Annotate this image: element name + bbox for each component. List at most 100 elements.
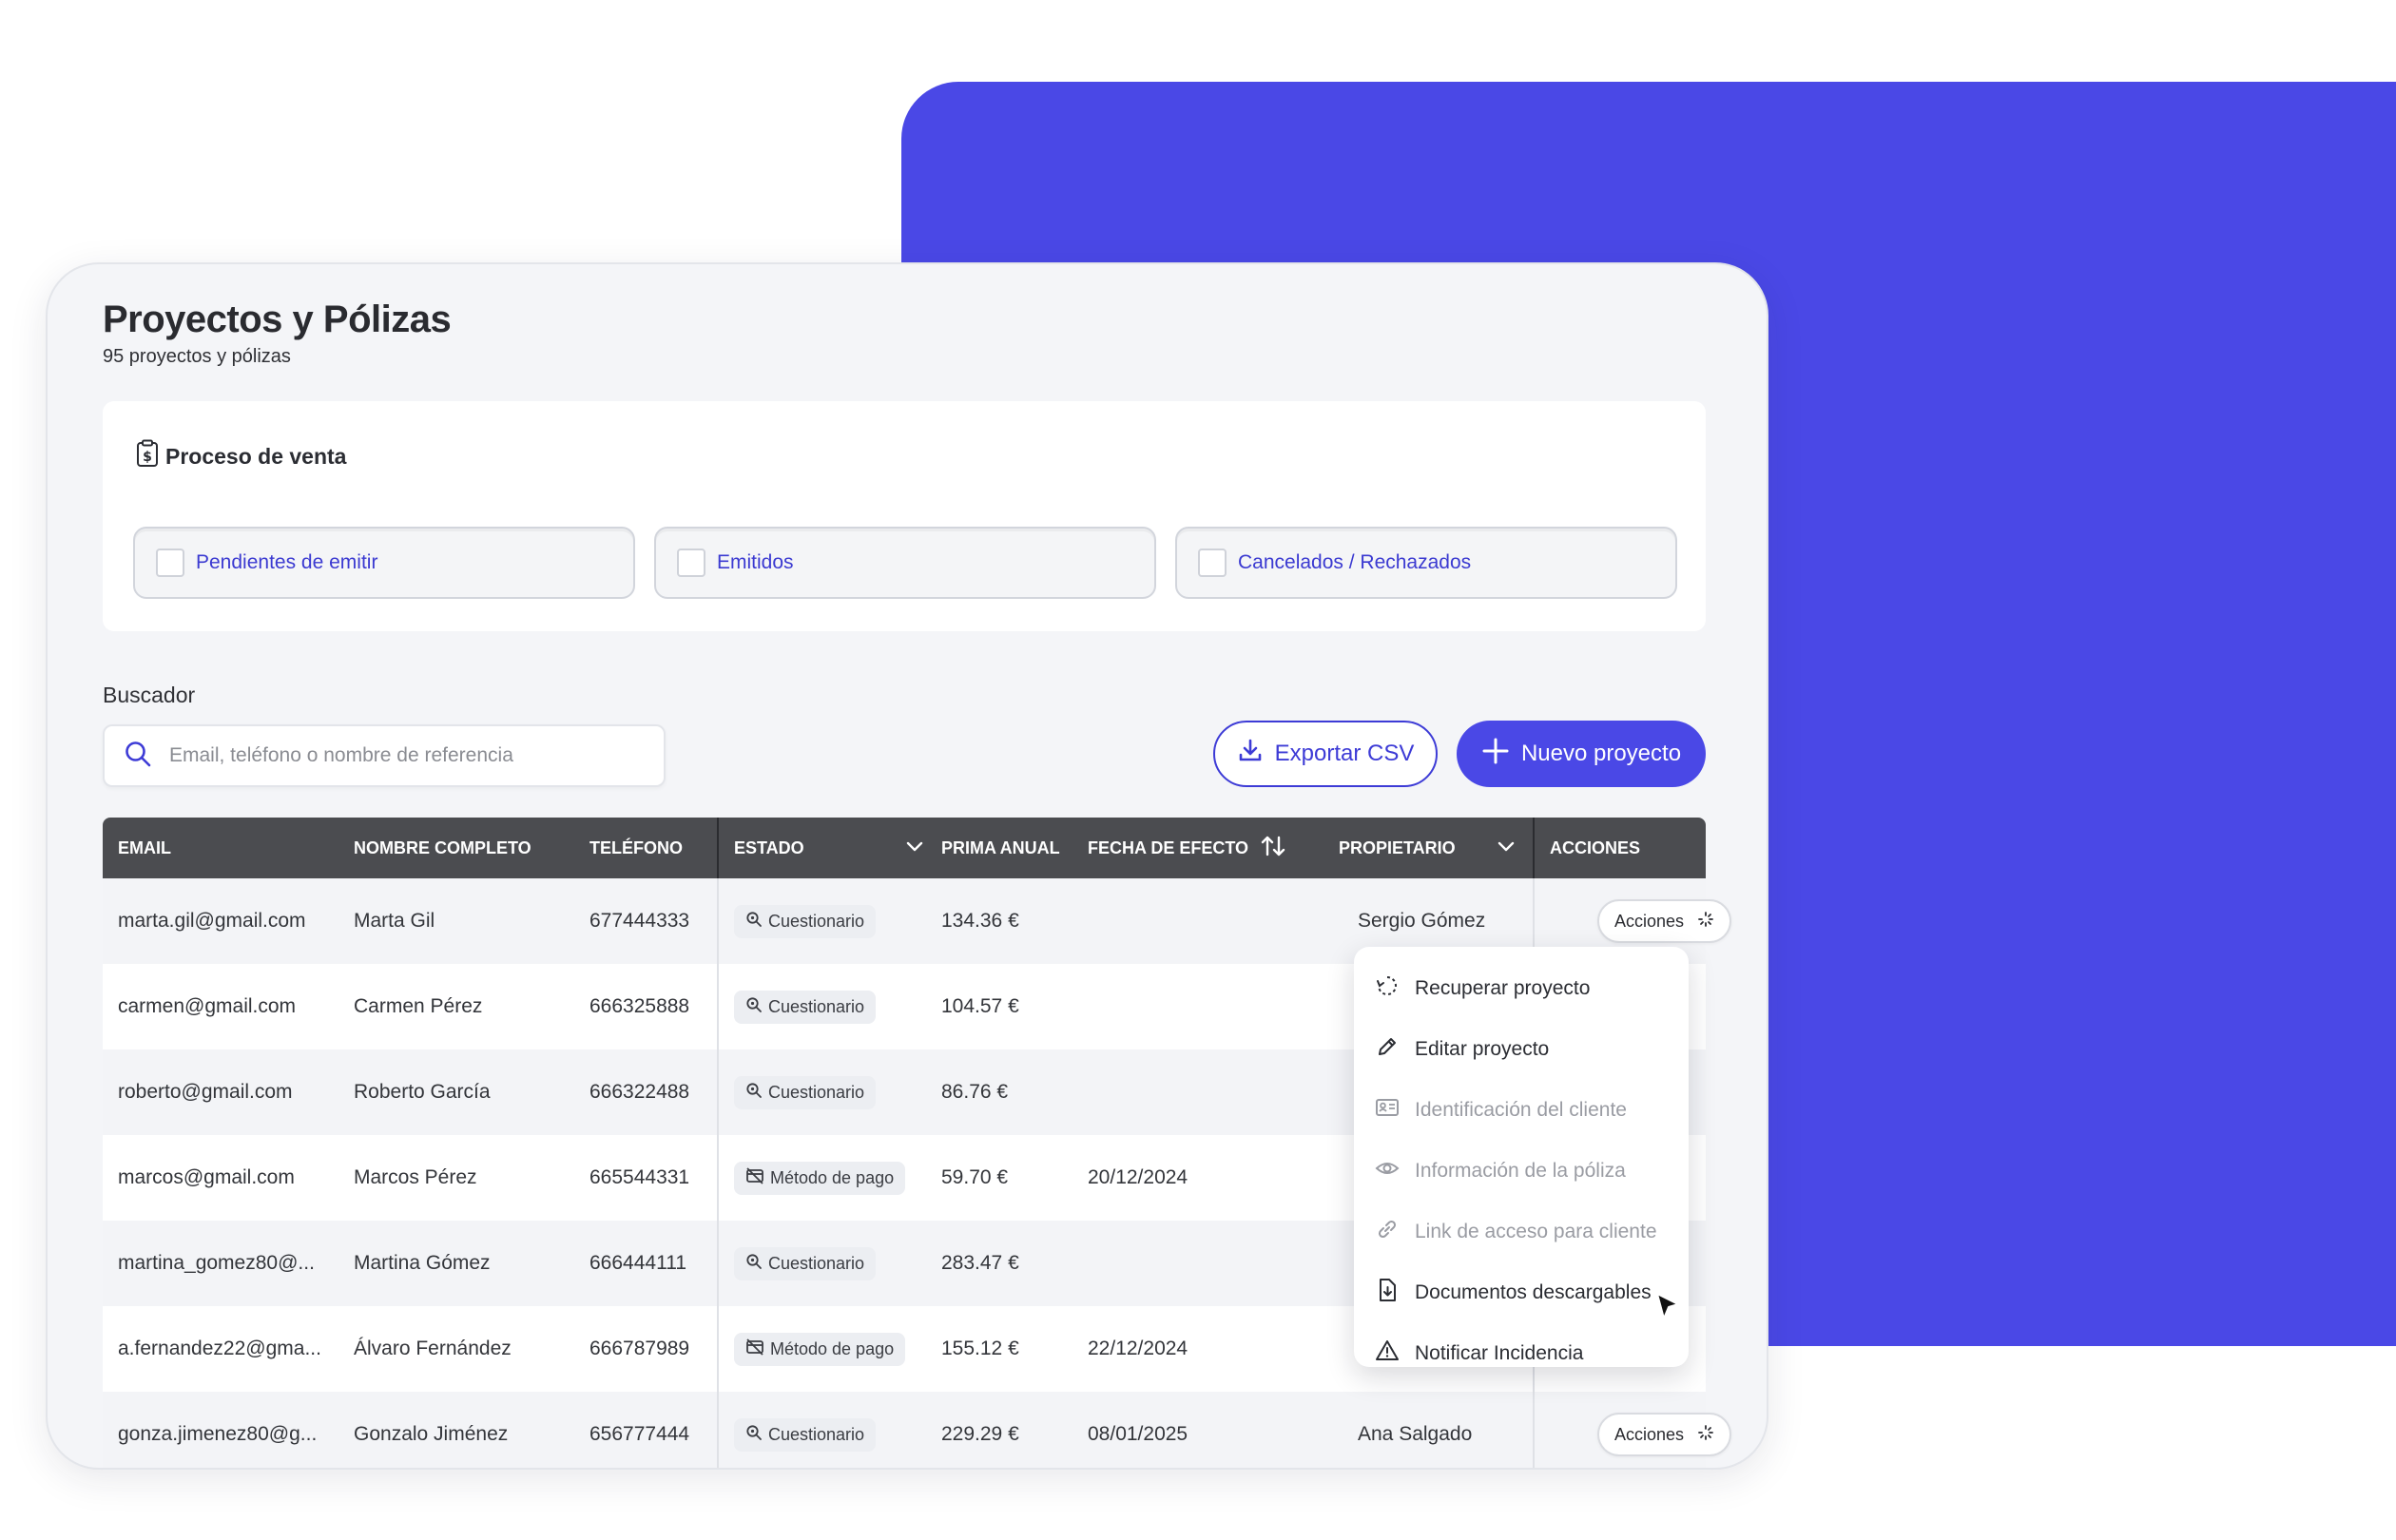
cell-owner: Ana Salgado: [1358, 1423, 1473, 1445]
search-icon: [745, 911, 763, 933]
menu-item-pencil[interactable]: Editar proyecto: [1354, 1019, 1689, 1080]
table-row[interactable]: gonza.jimenez80@g... Gonzalo Jiménez 65677…: [103, 1392, 1732, 1468]
actions-label: Acciones: [1614, 911, 1685, 931]
actions-label: Acciones: [1614, 1424, 1685, 1444]
header-label: EMAIL: [118, 837, 171, 857]
new-project-button[interactable]: Nuevo proyecto: [1457, 721, 1706, 787]
menu-item-eye[interactable]: Información de la póliza: [1354, 1141, 1689, 1202]
search-icon: [124, 740, 152, 773]
chevron-down-icon: [905, 838, 924, 858]
search-input[interactable]: [169, 744, 626, 767]
menu-item-label: Identificación del cliente: [1415, 1099, 1627, 1121]
cell-name: Roberto García: [354, 1081, 491, 1103]
cell-date: 20/12/2024: [1088, 1166, 1188, 1188]
cell-name: Álvaro Fernández: [354, 1338, 512, 1359]
menu-item-label: Recuperar proyecto: [1415, 977, 1591, 999]
cell-date: 22/12/2024: [1088, 1338, 1188, 1359]
export-csv-button[interactable]: Exportar CSV: [1213, 721, 1438, 787]
filter-checkbox[interactable]: [1198, 549, 1227, 577]
menu-item-file-download[interactable]: Documentos descargables: [1354, 1262, 1689, 1323]
sales-process-panel: $ Proceso de venta Pendientes de emitir …: [103, 401, 1706, 631]
menu-item-id-card[interactable]: Identificación del cliente: [1354, 1080, 1689, 1141]
cell-email: marta.gil@gmail.com: [118, 910, 306, 932]
search-label: Buscador: [103, 683, 196, 707]
sales-process-title: $ Proceso de venta: [135, 439, 346, 473]
header-owner[interactable]: PROPIETARIO: [1339, 818, 1516, 878]
header-date[interactable]: FECHA DE EFECTO: [1088, 818, 1286, 878]
header-name[interactable]: NOMBRE COMPLETO: [354, 818, 531, 878]
menu-item-warning[interactable]: Notificar Incidencia: [1354, 1323, 1689, 1384]
table-header: EMAIL NOMBRE COMPLETO TELÉFONO ESTADO PR…: [103, 818, 1706, 878]
menu-item-label: Documentos descargables: [1415, 1281, 1652, 1303]
plus-icon: [1481, 737, 1510, 772]
column-divider: [717, 878, 719, 1468]
actions-button[interactable]: Acciones: [1597, 1413, 1732, 1456]
clipboard-dollar-icon: $: [135, 439, 160, 473]
svg-text:$: $: [143, 450, 152, 465]
search-icon: [745, 1253, 763, 1275]
search-icon: [745, 1424, 763, 1446]
filter-emitidos[interactable]: Emitidos: [654, 527, 1156, 599]
header-label: ACCIONES: [1550, 837, 1641, 857]
status-badge: Cuestionario: [734, 904, 877, 938]
filter-label: Emitidos: [717, 551, 794, 573]
filter-checkbox[interactable]: [677, 549, 705, 577]
header-label: TELÉFONO: [589, 837, 683, 857]
card-off-icon: [745, 1338, 764, 1360]
actions-button[interactable]: Acciones: [1597, 899, 1732, 943]
status-badge: Método de pago: [734, 1161, 906, 1195]
header-status[interactable]: ESTADO: [734, 818, 924, 878]
header-email[interactable]: EMAIL: [118, 818, 171, 878]
status-label: Cuestionario: [768, 1424, 865, 1444]
header-divider: [1533, 818, 1535, 878]
menu-item-label: Notificar Incidencia: [1415, 1342, 1584, 1364]
header-phone[interactable]: TELÉFONO: [589, 818, 683, 878]
status-badge: Cuestionario: [734, 1246, 877, 1280]
link-icon: [1375, 1217, 1400, 1247]
chevron-down-icon: [1497, 838, 1516, 858]
status-badge: Cuestionario: [734, 1075, 877, 1109]
cell-phone: 666325888: [589, 995, 690, 1017]
search-icon: [745, 996, 763, 1018]
sort-icon[interactable]: [1260, 834, 1286, 863]
menu-item-label: Editar proyecto: [1415, 1038, 1550, 1060]
header-label: NOMBRE COMPLETO: [354, 837, 531, 857]
menu-item-restore[interactable]: Recuperar proyecto: [1354, 958, 1689, 1019]
cell-phone: 656777444: [589, 1423, 690, 1445]
header-actions: ACCIONES: [1550, 818, 1640, 878]
pencil-icon: [1375, 1034, 1400, 1065]
filter-pendientes[interactable]: Pendientes de emitir: [133, 527, 635, 599]
cell-phone: 677444333: [589, 910, 690, 932]
id-card-icon: [1375, 1095, 1400, 1126]
filter-cancelados[interactable]: Cancelados / Rechazados: [1175, 527, 1677, 599]
new-project-label: Nuevo proyecto: [1520, 741, 1682, 766]
sales-process-label: Proceso de venta: [165, 443, 347, 469]
status-label: Método de pago: [770, 1338, 895, 1358]
cell-name: Carmen Pérez: [354, 995, 483, 1017]
status-label: Cuestionario: [768, 911, 865, 931]
filter-label: Pendientes de emitir: [196, 551, 378, 573]
cell-name: Gonzalo Jiménez: [354, 1423, 509, 1445]
page-title: Proyectos y Pólizas: [103, 298, 452, 340]
card-off-icon: [745, 1166, 764, 1189]
header-divider: [717, 818, 719, 878]
filter-checkbox[interactable]: [156, 549, 184, 577]
cell-name: Marta Gil: [354, 910, 435, 932]
filter-label: Cancelados / Rechazados: [1238, 551, 1472, 573]
cell-name: Marcos Pérez: [354, 1166, 477, 1188]
file-download-icon: [1375, 1278, 1400, 1308]
status-badge: Cuestionario: [734, 990, 877, 1024]
loader-icon: [1697, 1424, 1714, 1446]
cell-email: roberto@gmail.com: [118, 1081, 293, 1103]
search-box[interactable]: [103, 724, 666, 787]
header-premium[interactable]: PRIMA ANUAL: [941, 818, 1060, 878]
loader-icon: [1697, 911, 1714, 933]
search-icon: [745, 1082, 763, 1104]
status-label: Cuestionario: [768, 1082, 865, 1102]
status-label: Cuestionario: [768, 1253, 865, 1273]
cell-email: a.fernandez22@gma...: [118, 1338, 321, 1359]
cell-phone: 666322488: [589, 1081, 690, 1103]
restore-icon: [1375, 973, 1400, 1004]
menu-item-link[interactable]: Link de acceso para cliente: [1354, 1202, 1689, 1262]
cell-premium: 283.47 €: [941, 1252, 1019, 1274]
